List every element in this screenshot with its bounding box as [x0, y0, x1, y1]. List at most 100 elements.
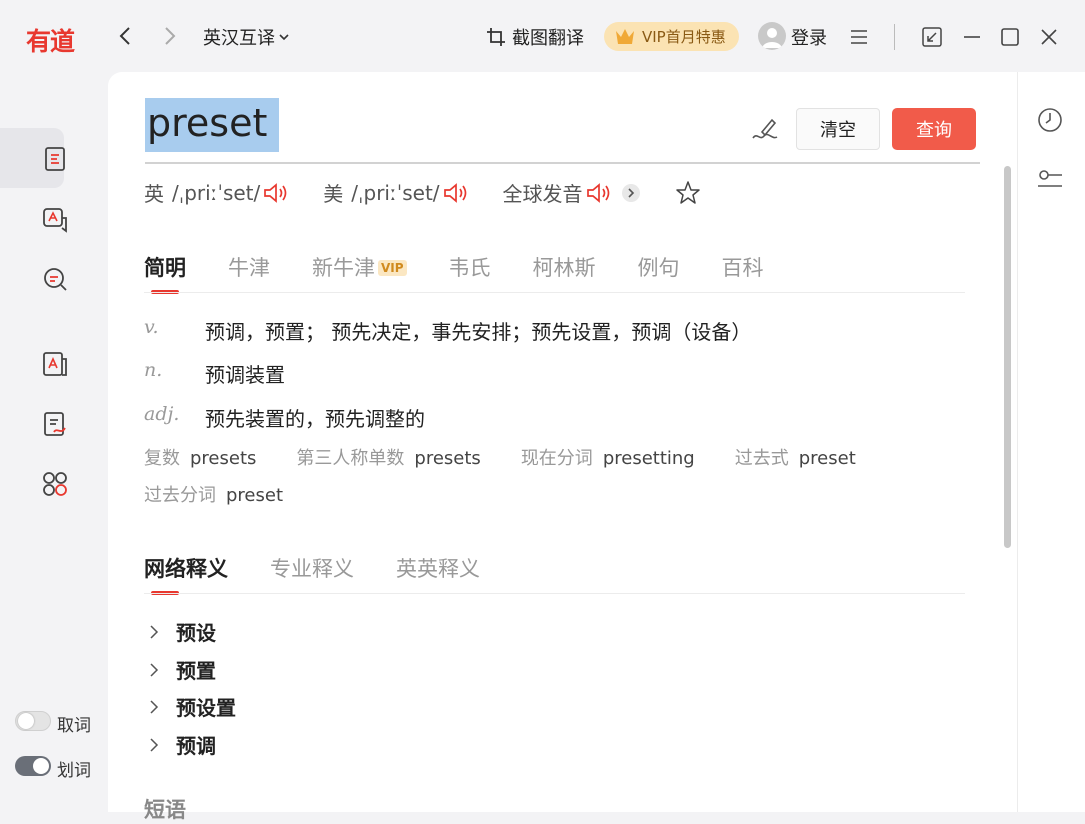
- meaning-tabs-divider: [144, 593, 965, 594]
- word-form-value[interactable]: presetting: [603, 448, 695, 469]
- part-of-speech: adj.: [144, 403, 180, 425]
- crop-icon: [487, 28, 505, 46]
- scrollbar[interactable]: [1004, 166, 1011, 548]
- tab-english-english[interactable]: 英英释义: [396, 553, 480, 583]
- translate-mode-dropdown[interactable]: 英汉互译: [203, 24, 291, 50]
- tab-collins[interactable]: 柯林斯: [533, 252, 596, 282]
- tab-webster[interactable]: 韦氏: [449, 252, 491, 282]
- translate-mode-label: 英汉互译: [203, 28, 275, 49]
- tab-new-oxford[interactable]: 新牛津 VIP: [312, 252, 407, 282]
- vip-badge: VIP: [378, 260, 407, 276]
- definition-row: n. 预调装置: [144, 359, 285, 388]
- word-form-label: 现在分词: [520, 448, 593, 469]
- screenshot-translate-label: 截图翻译: [512, 28, 584, 49]
- clear-button[interactable]: 清空: [796, 108, 880, 150]
- minimize-icon[interactable]: [961, 26, 983, 48]
- avatar[interactable]: [758, 22, 786, 50]
- web-meaning-text: 预置: [176, 659, 216, 683]
- login-link[interactable]: 登录: [791, 24, 827, 50]
- vip-offer-button[interactable]: VIP首月特惠: [604, 22, 739, 51]
- word-form-value[interactable]: preset: [799, 448, 856, 469]
- youdao-logo: 有道: [26, 27, 75, 56]
- word-forms-row: 复数 presets 第三人称单数 presets 现在分词 presetting 过去式 p…: [144, 444, 896, 470]
- screenshot-translate-button[interactable]: 截图翻译: [486, 24, 584, 50]
- list-item[interactable]: 预设: [148, 617, 216, 646]
- tab-encyclopedia[interactable]: 百科: [722, 252, 764, 282]
- settings-slider-icon[interactable]: [1036, 166, 1064, 194]
- word-form-label: 过去式: [734, 448, 789, 469]
- part-of-speech: v.: [144, 316, 159, 338]
- global-pronunciation-label[interactable]: 全球发音: [503, 178, 583, 207]
- back-arrow-icon[interactable]: [114, 24, 138, 48]
- maximize-icon[interactable]: [999, 26, 1021, 48]
- definition-row: v. 预调，预置； 预先决定，事先安排；预先设置，预调（设备）: [144, 316, 751, 345]
- list-item[interactable]: 预调: [148, 730, 216, 759]
- part-of-speech: n.: [144, 359, 163, 381]
- web-meaning-text: 预设置: [176, 696, 236, 720]
- global-speaker-icon[interactable]: [585, 181, 613, 205]
- expand-arrow-icon[interactable]: [621, 183, 641, 203]
- word-form-value[interactable]: presets: [414, 448, 480, 469]
- chevron-right-icon: [150, 699, 159, 714]
- uk-phonetic: /ˌpriːˈset/: [172, 180, 261, 205]
- pick-word-label: 取词: [57, 716, 91, 736]
- uk-speaker-icon[interactable]: [262, 181, 290, 205]
- search-input[interactable]: preset: [145, 98, 280, 152]
- sidebar-item-dictionary[interactable]: [41, 145, 69, 173]
- list-item[interactable]: 预置: [148, 655, 216, 684]
- web-meaning-text: 预调: [176, 734, 216, 758]
- menu-icon[interactable]: [848, 26, 870, 48]
- uk-label: 英: [144, 182, 164, 206]
- select-word-toggle[interactable]: [15, 756, 51, 776]
- definition-text: 预先装置的，预先调整的: [205, 407, 425, 431]
- sidebar-item-search-icon[interactable]: [41, 265, 69, 293]
- chevron-right-icon: [150, 662, 159, 677]
- tab-new-oxford-label: 新牛津: [312, 256, 375, 280]
- meaning-tabs: 网络释义 专业释义 英英释义: [144, 553, 522, 595]
- select-word-label: 划词: [57, 761, 91, 781]
- word-form-value[interactable]: preset: [226, 485, 283, 506]
- history-icon[interactable]: [1036, 106, 1064, 134]
- chevron-right-icon: [150, 624, 159, 639]
- titlebar-divider: [894, 24, 895, 50]
- query-button[interactable]: 查询: [892, 108, 976, 150]
- word-form-label: 复数: [144, 448, 180, 469]
- tab-web-meaning[interactable]: 网络释义: [144, 553, 228, 595]
- star-favorite-icon[interactable]: [675, 180, 701, 206]
- mini-mode-icon[interactable]: [921, 26, 943, 48]
- word-form-label: 第三人称单数: [296, 448, 405, 469]
- handwrite-icon[interactable]: [750, 114, 780, 144]
- sidebar-item-apps[interactable]: [41, 470, 69, 498]
- list-item[interactable]: 预设置: [148, 692, 236, 721]
- tab-examples[interactable]: 例句: [638, 252, 680, 282]
- pronunciation-row: 英 /ˌpriːˈset/ 美 /ˌpriːˈset/ 全球发音: [144, 178, 701, 207]
- search-underline: [145, 162, 980, 164]
- word-forms-row: 过去分词 preset: [144, 481, 323, 507]
- chevron-down-icon: [279, 34, 289, 41]
- web-meaning-text: 预设: [176, 621, 216, 645]
- dictionary-tabs: 简明 牛津 新牛津 VIP 韦氏 柯林斯 例句 百科: [144, 252, 806, 294]
- tab-concise[interactable]: 简明: [144, 252, 186, 294]
- us-label: 美: [323, 182, 344, 206]
- us-phonetic: /ˌpriːˈset/: [351, 180, 440, 205]
- definition-text: 预调装置: [205, 363, 285, 387]
- tab-professional-meaning[interactable]: 专业释义: [270, 553, 354, 583]
- sidebar-item-notes[interactable]: [41, 410, 69, 438]
- sidebar-item-translate[interactable]: [41, 206, 69, 234]
- phrases-heading: 短语: [144, 798, 186, 822]
- word-form-value[interactable]: presets: [190, 448, 256, 469]
- vip-crown-icon: [616, 28, 634, 44]
- us-speaker-icon[interactable]: [442, 181, 470, 205]
- pick-word-toggle[interactable]: [15, 711, 51, 731]
- forward-arrow-icon[interactable]: [157, 24, 181, 48]
- user-icon: [762, 28, 782, 48]
- sidebar-item-doc-translate[interactable]: [41, 350, 69, 378]
- tabs-divider: [144, 292, 965, 293]
- tab-oxford[interactable]: 牛津: [228, 252, 270, 282]
- word-form-label: 过去分词: [144, 485, 216, 506]
- definition-text: 预调，预置； 预先决定，事先安排；预先设置，预调（设备）: [205, 320, 752, 344]
- chevron-right-icon: [150, 737, 159, 752]
- definition-row: adj. 预先装置的，预先调整的: [144, 403, 425, 432]
- close-icon[interactable]: [1038, 26, 1060, 48]
- vip-offer-label: VIP首月特惠: [642, 28, 726, 46]
